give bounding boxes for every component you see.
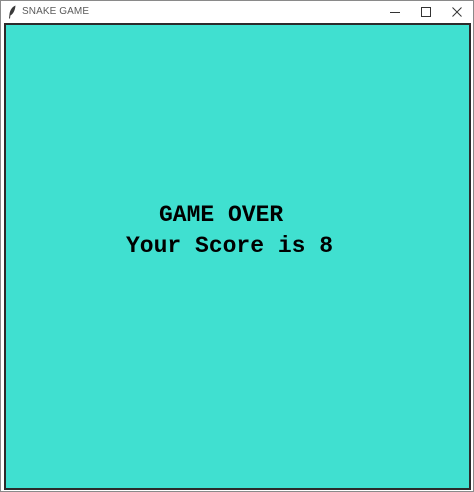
game-over-text: GAME OVER xyxy=(159,202,284,228)
close-button[interactable] xyxy=(441,1,473,23)
window-title: SNAKE GAME xyxy=(22,6,90,17)
feather-icon xyxy=(9,5,16,19)
maximize-button[interactable] xyxy=(410,1,442,23)
minimize-button[interactable] xyxy=(379,1,411,23)
minimize-icon xyxy=(390,12,400,13)
maximize-icon xyxy=(421,7,431,17)
game-canvas[interactable]: GAME OVER Your Score is 8 xyxy=(4,23,471,490)
score-text: Your Score is 8 xyxy=(126,233,334,259)
app-window: SNAKE GAME GAME OVER Your Score is 8 xyxy=(0,0,474,492)
close-icon xyxy=(452,7,462,17)
title-bar[interactable]: SNAKE GAME xyxy=(1,1,473,23)
